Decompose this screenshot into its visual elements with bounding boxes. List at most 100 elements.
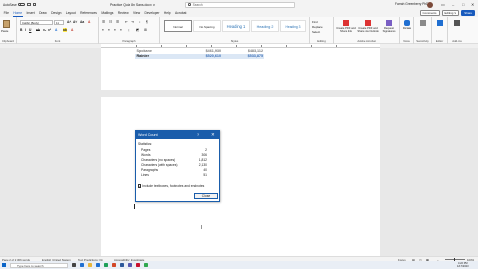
font-size-select[interactable]: 11 [54, 20, 64, 25]
tab-review[interactable]: Review [117, 9, 129, 17]
taskbar-clock[interactable]: 4:22 PM 1/17/2023 [457, 262, 469, 268]
checkbox-check-icon[interactable]: ✓ [138, 184, 142, 188]
autosave-toggle[interactable] [18, 3, 26, 6]
clear-formatting-icon[interactable]: A [88, 20, 90, 24]
borders-icon[interactable]: ⊞ [144, 28, 147, 32]
request-signatures-button[interactable]: Request Signatures [379, 27, 399, 33]
show-marks-icon[interactable]: ¶ [146, 20, 148, 24]
autosave-label: AutoSave [3, 2, 17, 7]
close-window-icon[interactable]: ✕ [471, 2, 474, 7]
tab-home[interactable]: Home [12, 9, 23, 17]
app-icon[interactable] [144, 263, 148, 267]
align-right-icon[interactable]: ≡ [114, 28, 116, 32]
chrome-icon[interactable] [136, 263, 140, 267]
create-pdf-outlook-button[interactable]: Create PDF and Share via Outlook [357, 27, 379, 33]
taskbar-search-input[interactable]: Type here to search [10, 262, 68, 268]
editor-icon[interactable] [437, 20, 443, 26]
bullets-icon[interactable]: ☰ [102, 20, 105, 24]
strikethrough-icon[interactable]: ab [36, 28, 40, 32]
create-pdf-share-link-button[interactable]: Create PDF and Share link [335, 27, 357, 33]
line-spacing-icon[interactable]: ↨ [128, 28, 130, 32]
italic-icon[interactable]: I [25, 28, 26, 32]
tab-layout[interactable]: Layout [65, 9, 76, 17]
create-pdf-icon[interactable] [343, 20, 349, 26]
shading-icon[interactable]: ◩ [136, 28, 139, 32]
addins-icon[interactable] [454, 20, 460, 26]
create-pdf-outlook-icon[interactable] [365, 20, 371, 26]
teams-icon[interactable] [128, 263, 132, 267]
sort-icon[interactable]: ↕ [139, 20, 141, 24]
tab-design[interactable]: Design [51, 9, 62, 17]
style-no-spacing[interactable]: No Spacing [193, 19, 221, 32]
avatar[interactable] [427, 1, 433, 8]
tab-developer[interactable]: Developer [144, 9, 160, 17]
tab-references[interactable]: References [79, 9, 97, 17]
zoom-slider[interactable] [445, 258, 465, 261]
underline-icon[interactable]: U [29, 28, 31, 32]
excel-icon[interactable] [104, 263, 108, 267]
highlight-icon[interactable]: ab [63, 28, 67, 32]
edge-icon[interactable] [80, 263, 84, 267]
text-effects-icon[interactable]: A [55, 28, 57, 32]
request-signatures-icon[interactable] [386, 20, 392, 26]
style-heading-2[interactable]: Heading 2 [251, 19, 279, 32]
include-textboxes-checkbox[interactable]: ✓ Include textboxes, footnotes and endno… [138, 184, 204, 188]
help-icon[interactable]: ? [197, 133, 199, 137]
minimize-icon[interactable]: – [452, 2, 454, 7]
outlook-icon[interactable] [96, 263, 100, 267]
tab-mailings[interactable]: Mailings [101, 9, 114, 17]
tab-acrobat[interactable]: Acrobat [174, 9, 187, 17]
task-view-icon[interactable] [72, 263, 76, 267]
tab-draw[interactable]: Draw [38, 9, 47, 17]
shrink-font-icon[interactable]: A˅ [73, 20, 77, 24]
sensitivity-icon[interactable] [420, 20, 426, 26]
font-color-icon[interactable]: A [71, 28, 73, 32]
save-icon[interactable] [27, 2, 31, 7]
page-1[interactable]: Spokane $461,930 $483,112 Rainier $520,6… [101, 48, 380, 90]
decrease-indent-icon[interactable]: ⇤ [125, 20, 128, 24]
subscript-icon[interactable]: x₂ [43, 28, 46, 32]
superscript-icon[interactable]: x² [48, 28, 51, 32]
close-button[interactable]: Close [194, 193, 218, 199]
sensitivity-group: Sensitivity [414, 17, 432, 44]
tab-view[interactable]: View [132, 9, 140, 17]
document-title[interactable]: Practice Quiz 8n Sans.docx ∨ [110, 3, 155, 7]
replace-button[interactable]: Replace [312, 25, 323, 29]
change-case-icon[interactable]: Aa [80, 20, 84, 24]
windows-start-icon[interactable] [2, 263, 6, 267]
sensitivity-label: Sensitivity [416, 39, 429, 44]
file-explorer-icon[interactable] [88, 263, 92, 267]
share-button[interactable]: Share [461, 10, 475, 16]
bold-icon[interactable]: B [20, 28, 22, 32]
style-heading-3[interactable]: Heading 3 [280, 19, 306, 32]
tab-help[interactable]: Help [163, 9, 171, 17]
multilevel-list-icon[interactable]: ☰ [116, 20, 119, 24]
powerpoint-icon[interactable] [112, 263, 116, 267]
comments-button[interactable]: Comments [419, 10, 440, 16]
search-box[interactable]: Search [185, 1, 295, 8]
editing-mode-button[interactable]: Editing ∨ [441, 10, 460, 16]
font-name-select[interactable]: Calibri (Body) [20, 20, 53, 25]
paste-button[interactable]: Paste [1, 29, 8, 33]
select-button[interactable]: Select [312, 30, 320, 34]
dialog-close-icon[interactable]: ✕ [211, 132, 215, 138]
find-button[interactable]: Find [312, 20, 318, 24]
align-left-icon[interactable]: ≡ [102, 28, 104, 32]
grow-font-icon[interactable]: A˄ [67, 20, 71, 24]
maximize-icon[interactable]: □ [462, 2, 464, 7]
align-center-icon[interactable]: ≡ [108, 28, 110, 32]
paste-icon[interactable] [3, 20, 10, 28]
style-normal[interactable]: Normal [164, 19, 192, 32]
dictate-button[interactable]: Dictate [400, 27, 414, 30]
style-heading-1[interactable]: Heading 1 [222, 19, 250, 32]
word-icon[interactable] [120, 263, 124, 267]
ribbon-display-icon[interactable]: ▭ [441, 2, 445, 7]
justify-icon[interactable]: ≡ [120, 28, 122, 32]
tab-file[interactable]: File [3, 9, 10, 17]
numbering-icon[interactable]: ☷ [109, 20, 112, 24]
user-name[interactable]: Farrah Greenberry PhD [395, 2, 428, 6]
microphone-icon[interactable] [404, 20, 410, 26]
tab-insert[interactable]: Insert [26, 9, 35, 17]
increase-indent-icon[interactable]: ⇥ [131, 20, 134, 24]
undo-icon[interactable] [32, 2, 37, 7]
